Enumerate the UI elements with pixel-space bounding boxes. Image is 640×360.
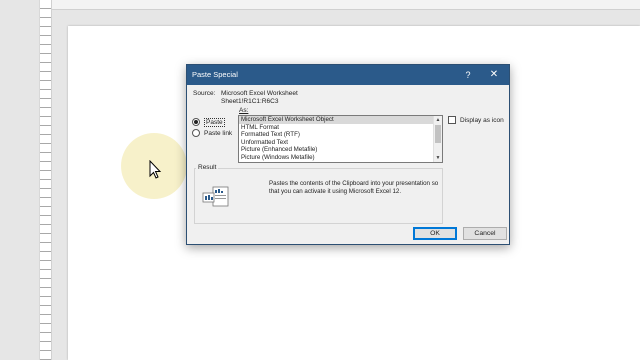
scroll-up-arrow-icon[interactable]: ▲ xyxy=(434,116,442,124)
mouse-pointer-icon xyxy=(149,160,162,179)
dialog-title: Paste Special xyxy=(192,70,238,79)
display-as-icon-label: Display as icon xyxy=(460,116,504,124)
list-item[interactable]: Formatted Text (RTF) xyxy=(239,131,442,139)
result-group xyxy=(194,168,443,224)
scroll-thumb[interactable] xyxy=(435,125,441,143)
close-button[interactable]: ✕ xyxy=(487,68,501,82)
source-label: Source: xyxy=(193,90,216,97)
source-range: Sheet1!R1C1:R6C3 xyxy=(221,98,279,105)
list-item[interactable]: HTML Format xyxy=(239,124,442,132)
paste-radio[interactable] xyxy=(192,118,200,126)
listbox-scrollbar[interactable]: ▲ ▼ xyxy=(433,116,442,162)
as-format-listbox[interactable]: Microsoft Excel Worksheet Object HTML Fo… xyxy=(238,115,443,163)
as-label: As: xyxy=(239,107,249,114)
paste-link-option[interactable]: Paste link xyxy=(192,128,232,138)
paste-radio-label: Paste xyxy=(204,117,225,127)
list-item[interactable]: Microsoft Excel Worksheet Object xyxy=(239,116,442,124)
paste-special-dialog: Paste Special ? ✕ Source: Microsoft Exce… xyxy=(186,64,510,245)
vertical-ruler xyxy=(39,0,52,360)
ok-button[interactable]: OK xyxy=(413,227,457,240)
dialog-titlebar[interactable]: Paste Special ? ✕ xyxy=(187,65,509,85)
list-item[interactable]: Unformatted Text xyxy=(239,139,442,147)
paste-object-icon xyxy=(202,186,229,207)
scroll-down-arrow-icon[interactable]: ▼ xyxy=(434,154,442,162)
source-name: Microsoft Excel Worksheet xyxy=(221,90,298,97)
result-label: Result xyxy=(196,164,219,171)
list-item[interactable]: Picture (Enhanced Metafile) xyxy=(239,146,442,154)
list-item[interactable]: Picture (Windows Metafile) xyxy=(239,154,442,162)
result-description: Pastes the contents of the Clipboard int… xyxy=(269,180,439,195)
display-as-icon-checkbox[interactable] xyxy=(448,116,456,124)
cancel-button[interactable]: Cancel xyxy=(463,227,507,240)
paste-option[interactable]: Paste xyxy=(192,117,225,127)
paste-link-radio-label: Paste link xyxy=(204,129,233,137)
help-button[interactable]: ? xyxy=(461,68,475,82)
horizontal-ruler xyxy=(52,0,640,10)
display-as-icon-option[interactable]: Display as icon xyxy=(448,116,504,124)
paste-link-radio[interactable] xyxy=(192,129,200,137)
